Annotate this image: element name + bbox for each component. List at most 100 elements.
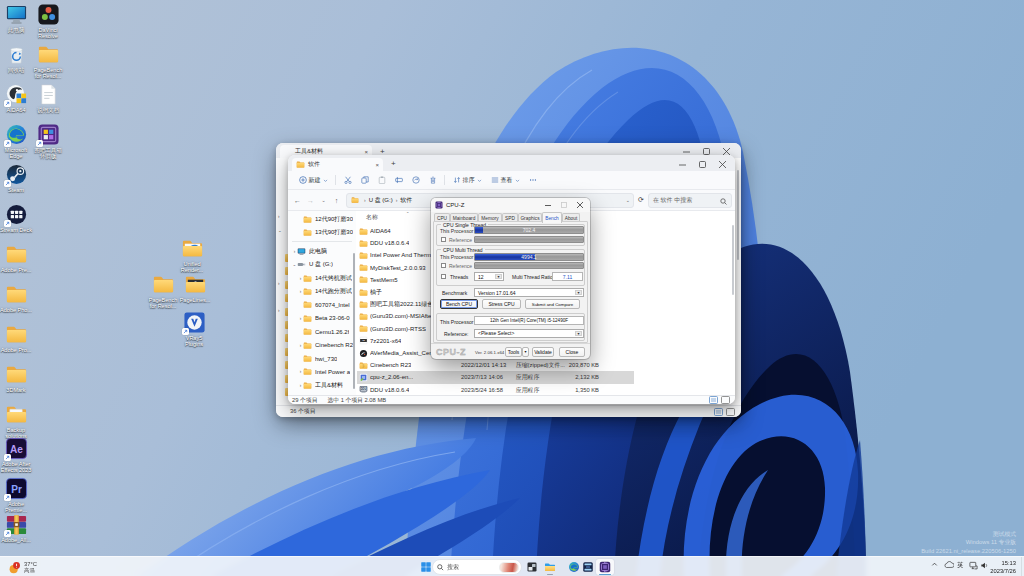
close-button[interactable] [718,160,727,169]
file-row-DDU v18.0.6.4[interactable]: DDUDDU v18.0.6.42023/5/24 16:58应用程序1,350… [357,384,634,396]
cpuz-tab-bench[interactable]: Bench [542,212,562,223]
nav-item-Beta 23-06-0[interactable]: ›Beta 23-06-0 [288,312,356,325]
desktop-icon-recycle-bin[interactable]: 回收站 [0,43,33,73]
desktop-icon-this-pc[interactable]: 此电脑 [0,3,33,33]
copy-button[interactable] [356,173,373,187]
dropdown-arrow-icon[interactable]: ▾ [495,274,502,279]
desktop-icon-vray[interactable]: VRay5 Plugins [177,311,211,347]
recent-pages-button[interactable]: ⌄ [317,197,330,203]
column-header-name[interactable]: 名称 [366,213,378,222]
clock[interactable]: 15:132023/7/26 [990,559,1016,575]
back-scrollbar[interactable] [737,170,739,260]
desktop-icon-aida64[interactable]: AIDA64 [0,83,33,113]
cut-button[interactable] [339,173,356,187]
back-view-details-icon[interactable] [726,408,735,416]
cpuz-bench-cpu-button[interactable]: Bench CPU [440,299,478,309]
desktop-icon-davinci[interactable]: DaVinci Resolve [31,3,65,39]
cpuz-tools-dropdown[interactable]: ▾ [522,347,529,357]
cpuz-multi-reference-checkbox[interactable] [441,263,446,268]
cpuz-taskbar-button[interactable] [596,559,614,575]
nav-item-12代90打磨30[interactable]: 12代90打磨30 [288,213,356,226]
view-button[interactable]: 查看 [486,173,524,187]
tray-chevron-up-icon[interactable] [931,561,938,568]
cpuz-threads-combo[interactable]: 12▾ [474,272,504,281]
nav-item-14代跑分测试[interactable]: ›14代跑分测试 [288,285,356,298]
desktop-icon-after-effects[interactable]: AeAdobe After Effects 2023 [0,437,33,473]
sidebar-scrollbar[interactable] [353,253,355,389]
breadcrumb-item[interactable]: U 盘 (G:) [369,196,393,205]
cpuz-title-bar[interactable]: CPU-Z [431,198,590,212]
minimize-button[interactable] [678,160,687,169]
rename-button[interactable] [390,173,407,187]
desktop-icon-edge[interactable]: Microsoft Edge [0,123,33,159]
refresh-button[interactable]: ⟳ [638,196,644,204]
cpuz-window[interactable]: CPU-Z CPUMainboardMemorySPDGraphicsBench… [431,198,590,359]
up-nav-button[interactable]: ↑ [330,197,343,204]
nav-item-Cemu1.26.2f[interactable]: Cemu1.26.2f [288,325,356,338]
file-list-scrollbar[interactable] [732,225,734,295]
cpuz-single-reference-checkbox[interactable] [441,237,446,242]
maximize-button[interactable] [698,160,707,169]
nav-item-hwi_730[interactable]: hwi_730 [288,352,356,365]
cpuz-reference-combo[interactable]: <Please Select>▾ [474,329,584,338]
cpuz-submit-button[interactable]: Submit and Compare [525,299,580,309]
file-row-cpu-z_2.06-en...[interactable]: cpu-z_2.06-en...2023/7/13 14:06应用程序2,132… [357,371,634,383]
new-button[interactable]: 新建 [294,173,332,187]
share-button[interactable] [407,173,424,187]
address-dropdown-icon[interactable]: ⌄ [626,197,630,203]
nav-item-此电脑[interactable]: ›此电脑 [288,245,356,258]
desktop-icon-folder-pagebench[interactable]: PageBench for Resol... [146,273,180,309]
desktop-icon-premiere[interactable]: PrAdobe Premie... [0,477,33,513]
new-tab-button[interactable]: + [391,159,396,168]
breadcrumb-item[interactable]: 软件 [400,196,412,205]
see-more-button[interactable] [524,173,541,187]
desktop-icon-stream-deck[interactable]: Stream Deck [0,203,33,233]
desktop-icon-steam[interactable]: Steam [0,163,33,193]
taskview-button[interactable] [524,559,540,575]
nav-item-607074_Intel[interactable]: 607074_Intel [288,298,356,311]
explorer-tab-close-icon[interactable]: × [375,162,379,168]
onedrive-icon[interactable] [944,561,954,569]
paste-button[interactable] [373,173,390,187]
back-nav-button[interactable]: ← [291,197,304,204]
cpuz-stress-cpu-button[interactable]: Stress CPU [482,299,521,309]
sort-button[interactable]: 排序 [448,173,486,187]
cpuz-benchmark-combo[interactable]: Version 17.01.64▾ [474,288,584,297]
desktop-icon-folder-adobe-pro[interactable]: Adobe Pro... [0,323,33,353]
desktop-icon-folder-adobe-pre[interactable]: Adobe Pre... [0,243,33,273]
dropdown-arrow-icon[interactable]: ▾ [575,290,582,295]
search-box[interactable]: 搜索 [432,559,522,575]
desktop-icon-folder-3dmark[interactable]: 3DMark [0,363,33,393]
cpuz-close-button[interactable] [577,202,583,208]
ime-indicator[interactable]: 英 [957,561,964,570]
desktop-icon-tbtool[interactable]: 图吧工具箱 怀旧版 [31,123,65,159]
desktop-icon-doc-readme[interactable]: 说明文档 [31,83,65,113]
back-tab-close-icon[interactable]: × [364,149,368,155]
nav-item-14代烤机测试[interactable]: ›14代烤机测试 [288,272,356,285]
volume-icon[interactable] [980,561,989,570]
desktop-icon-folder-pagelines[interactable]: PageLines... [178,273,212,303]
weather-widget[interactable]: 37°C 高温 [4,558,41,576]
desktop-icon-folder-backup[interactable]: Backup solutions [0,403,33,439]
view-details-icon[interactable] [721,396,730,404]
forward-nav-button[interactable]: → [304,197,317,204]
desktop-icon-folder-unified[interactable]: Unified Render... [175,237,209,273]
nav-item-U 盘 (G:)[interactable]: ⌄U 盘 (G:) [288,258,356,271]
view-list-icon[interactable] [709,396,718,404]
file-row-Cinebench R23[interactable]: Cinebench R232022/12/01 14:13压缩(zipped)文… [357,359,634,371]
cpuz-close-dialog-button[interactable]: Close [559,347,585,357]
cpuz-validate-button[interactable]: Validate [532,347,554,357]
dropdown-arrow-icon[interactable]: ▾ [575,331,582,336]
cpuz-threads-checkbox[interactable] [441,274,446,279]
cpuz-tools-button[interactable]: Tools [505,347,522,357]
cpuz-minimize-button[interactable] [545,202,551,208]
network-icon[interactable] [969,561,978,570]
nav-item-工具&材料[interactable]: ›工具&材料 [288,379,356,392]
nav-item-13代90打磨30[interactable]: 13代90打磨30 [288,226,356,239]
explorer-tab[interactable]: 软件 × [292,158,383,171]
delete-button[interactable] [424,173,441,187]
desktop-icon-winrar[interactable]: Adobe_All... [0,513,33,543]
search-box[interactable]: 在 软件 中搜索 [648,193,732,208]
desktop-icon-folder-adobe-pho[interactable]: Adobe Pho... [0,283,33,313]
nav-item-Intel Power a[interactable]: ›Intel Power a [288,365,356,378]
